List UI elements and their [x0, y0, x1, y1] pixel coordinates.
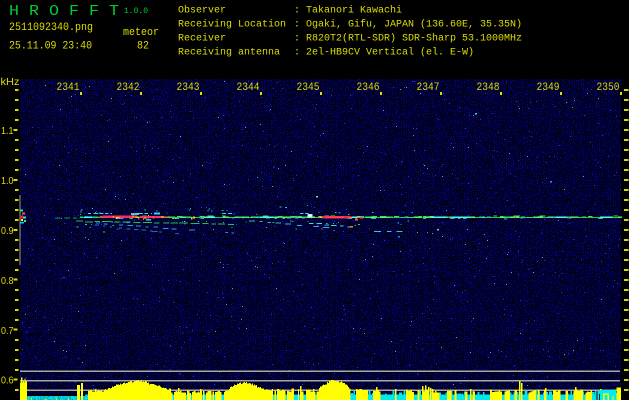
svg-text:2345: 2345	[297, 82, 320, 94]
svg-text:Receiver: Receiver	[178, 33, 226, 45]
svg-text:2511092340.png: 2511092340.png	[9, 22, 93, 34]
svg-text:0.6: 0.6	[1, 375, 14, 387]
svg-text:0.7: 0.7	[1, 325, 14, 337]
svg-text:2342: 2342	[117, 82, 140, 94]
svg-text:Receiving antenna: Receiving antenna	[178, 47, 280, 59]
svg-text:25.11.09 23:40: 25.11.09 23:40	[9, 41, 92, 53]
svg-text:82: 82	[137, 41, 149, 53]
svg-text:H R O F F T: H R O F F T	[9, 3, 119, 20]
svg-text::: :	[294, 48, 300, 59]
svg-text:Receiving Location: Receiving Location	[178, 19, 286, 31]
svg-text:2347: 2347	[417, 82, 440, 94]
svg-text:Ogaki, Gifu, JAPAN (136.60E, 3: Ogaki, Gifu, JAPAN (136.60E, 35.35N)	[306, 19, 522, 31]
svg-text:kHz: kHz	[1, 76, 20, 88]
svg-text:1.0.0: 1.0.0	[124, 7, 148, 16]
svg-text:R820T2(RTL-SDR) SDR-Sharp 53.1: R820T2(RTL-SDR) SDR-Sharp 53.1000MHz	[306, 33, 522, 45]
svg-text::: :	[294, 34, 300, 45]
svg-text:meteor: meteor	[123, 27, 159, 39]
svg-text::: :	[294, 6, 300, 17]
svg-text:Takanori Kawachi: Takanori Kawachi	[306, 5, 402, 17]
svg-text:2343: 2343	[177, 82, 200, 94]
svg-text:2346: 2346	[357, 82, 380, 94]
svg-text:0.8: 0.8	[1, 275, 14, 287]
svg-text:1.0: 1.0	[1, 175, 14, 187]
svg-text:0.9: 0.9	[1, 225, 14, 237]
svg-text:2348: 2348	[477, 82, 500, 94]
svg-text:2341: 2341	[57, 82, 80, 94]
svg-text:2349: 2349	[537, 82, 560, 94]
svg-text:2el-HB9CV Vertical (el. E-W): 2el-HB9CV Vertical (el. E-W)	[306, 47, 474, 59]
svg-text:1.1: 1.1	[1, 125, 14, 137]
svg-text:2344: 2344	[237, 82, 260, 94]
svg-text:Observer: Observer	[178, 5, 226, 17]
svg-text:2350: 2350	[597, 82, 620, 94]
svg-text::: :	[294, 20, 300, 31]
